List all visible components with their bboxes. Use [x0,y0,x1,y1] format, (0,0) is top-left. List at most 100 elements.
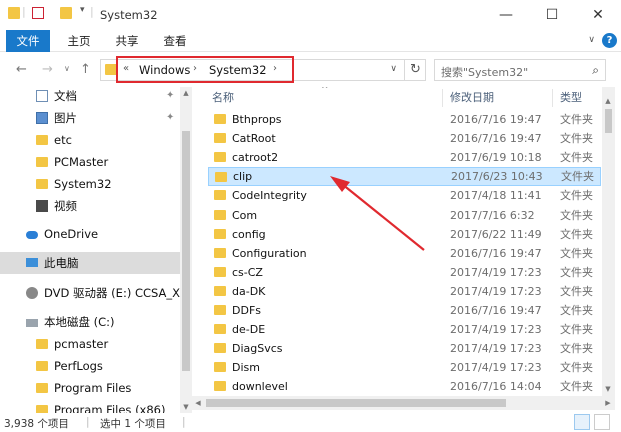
large-icons-view-button[interactable] [594,414,610,430]
scroll-left-icon[interactable]: ◀ [192,397,204,409]
file-date: 2016/7/16 14:04 [450,380,542,394]
folder-icon [36,339,48,349]
sidebar-item-label: PerfLogs [54,359,103,373]
sidebar-item-videos[interactable]: 视频 [0,195,180,217]
table-row[interactable]: Dism 2017/4/19 17:23 文件夹 [208,358,601,377]
sidebar-item-local-disk-c[interactable]: 本地磁盘 (C:) [0,311,180,333]
help-icon[interactable]: ? [602,33,617,48]
column-divider[interactable] [552,89,553,107]
breadcrumb-system32[interactable]: System32 [209,63,267,77]
column-divider[interactable] [442,89,443,107]
selection-count: 选中 1 个项目 [100,418,166,430]
file-date: 2017/7/16 6:32 [450,208,535,222]
up-arrow-icon[interactable]: ↑ [80,62,91,77]
local-disk-icon [26,319,38,327]
sidebar-item-this-pc[interactable]: 此电脑 [0,252,180,274]
table-row[interactable]: cs-CZ 2017/4/19 17:23 文件夹 [208,263,601,282]
sidebar-item-program-files[interactable]: Program Files [0,377,180,399]
sidebar-item-label: OneDrive [44,227,99,241]
file-list-scrollbar[interactable]: ▲ ▼ [602,87,615,396]
table-row[interactable]: catroot2 2017/6/19 10:18 文件夹 [208,148,601,167]
file-date: 2017/6/22 11:49 [450,227,542,241]
chevron-right-icon[interactable]: › [273,63,277,74]
recent-locations-icon[interactable]: ∨ [64,64,70,73]
sidebar-item-etc[interactable]: etc [0,129,180,151]
sidebar-item-perflogs[interactable]: PerfLogs [0,355,180,377]
annotation-arrow [330,176,425,251]
pin-icon[interactable]: ✦ [166,87,174,107]
sidebar-item-system32[interactable]: System32 [0,173,180,195]
file-type: 文件夹 [560,132,593,146]
details-view-button[interactable] [574,414,590,430]
tab-view[interactable]: 查看 [158,30,192,52]
ribbon: 文件 主页 共享 查看 ∨ ? [0,30,621,52]
file-type: 文件夹 [560,227,593,241]
forward-arrow-icon[interactable]: → [42,62,53,77]
table-row[interactable]: CatRoot 2016/7/16 19:47 文件夹 [208,129,601,148]
table-row[interactable]: da-DK 2017/4/19 17:23 文件夹 [208,282,601,301]
tab-file[interactable]: 文件 [6,30,50,52]
search-input[interactable]: 搜索"System32" ⌕ [434,59,606,81]
chevron-right-icon[interactable]: › [193,63,197,74]
sidebar-item-dvd-drive[interactable]: DVD 驱动器 (E:) CCSA_X64 [0,282,180,304]
file-date: 2016/7/16 19:47 [450,132,542,146]
folder-icon [214,343,226,354]
sidebar-item-onedrive[interactable]: OneDrive [0,223,180,245]
sidebar-scrollbar[interactable]: ▲ ▼ [180,87,192,413]
scroll-down-icon[interactable]: ▼ [180,401,192,413]
scroll-down-icon[interactable]: ▼ [602,383,614,395]
sidebar-item-label: Program Files (x86) [54,403,166,413]
back-arrow-icon[interactable]: ← [16,62,27,77]
new-folder-icon[interactable] [60,7,72,19]
table-row[interactable]: DiagSvcs 2017/4/19 17:23 文件夹 [208,339,601,358]
folder-icon [214,247,226,258]
sidebar-item-program-files-x86[interactable]: Program Files (x86) [0,399,180,413]
close-button[interactable]: ✕ [575,0,621,30]
address-bar[interactable]: « Windows › System32 › ∨ [100,56,426,83]
folder-icon [214,114,226,124]
scrollbar-thumb[interactable] [206,399,506,407]
customize-quick-access-icon[interactable]: ▾ [80,5,85,15]
sidebar-item-label: 视频 [54,199,77,213]
properties-icon[interactable] [32,7,44,19]
file-list-horizontal-scrollbar[interactable]: ◀ ▶ [192,396,615,410]
scroll-right-icon[interactable]: ▶ [602,397,614,409]
sidebar-item-pictures[interactable]: 图片 ✦ [0,107,180,129]
scroll-up-icon[interactable]: ▲ [180,87,192,99]
folder-icon [214,133,226,144]
refresh-button[interactable]: ↻ [404,59,426,81]
sidebar-item-label: DVD 驱动器 (E:) CCSA_X64 [44,286,180,300]
search-icon[interactable]: ⌕ [592,63,599,78]
pin-icon[interactable]: ✦ [166,107,174,129]
file-type: 文件夹 [560,284,593,298]
sidebar-item-documents[interactable]: 文档 ✦ [0,87,180,107]
scrollbar-thumb[interactable] [182,131,190,371]
scrollbar-thumb[interactable] [605,109,612,133]
breadcrumb-overflow[interactable]: « [123,63,129,74]
scroll-up-icon[interactable]: ▲ [602,95,614,107]
table-row[interactable]: DDFs 2016/7/16 19:47 文件夹 [208,301,601,320]
folder-icon [214,285,226,296]
tab-share[interactable]: 共享 [110,30,144,52]
chevron-down-icon[interactable]: ∨ [390,64,397,74]
file-name: CodeIntegrity [232,189,307,203]
column-header-date[interactable]: 修改日期 [450,87,494,109]
table-row[interactable]: Bthprops 2016/7/16 19:47 文件夹 [208,110,601,129]
column-header-type[interactable]: 类型 [560,87,582,109]
sidebar-item-pcmaster[interactable]: PCMaster [0,151,180,173]
maximize-button[interactable]: ☐ [529,0,575,30]
folder-icon [214,190,226,201]
window-title: System32 [100,8,158,22]
column-header-name[interactable]: 名称 [212,87,234,109]
expand-ribbon-icon[interactable]: ∨ [588,35,595,45]
minimize-button[interactable]: — [483,0,529,30]
file-name: Dism [232,361,260,375]
table-row[interactable]: de-DE 2017/4/19 17:23 文件夹 [208,320,601,339]
sidebar-item-pcmaster-folder[interactable]: pcmaster [0,333,180,355]
item-count: 3,938 个项目 [4,418,69,430]
tab-home[interactable]: 主页 [62,30,96,52]
table-row[interactable]: downlevel 2016/7/16 14:04 文件夹 [208,377,601,396]
sidebar-item-label: 本地磁盘 (C:) [44,315,115,329]
sort-ascending-icon: ^ [321,87,329,95]
breadcrumb-windows[interactable]: Windows [139,63,190,77]
